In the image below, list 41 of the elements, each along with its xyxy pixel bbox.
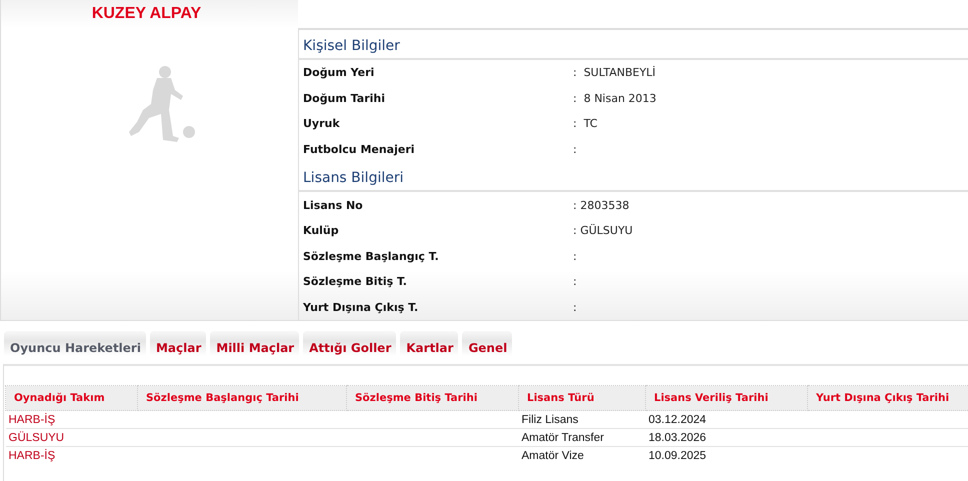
table-cell: 03.12.2024 bbox=[646, 410, 808, 428]
table-cell: 18.03.2026 bbox=[646, 428, 808, 446]
column-header: Lisans Türü bbox=[518, 386, 646, 410]
field-value: : bbox=[573, 301, 577, 314]
field-label: Uyruk bbox=[302, 117, 341, 130]
tab[interactable]: Kartlar bbox=[400, 331, 458, 356]
field-label: Yurt Dışına Çıkış T. bbox=[302, 301, 420, 314]
table-cell: HARB-İŞ bbox=[6, 410, 138, 428]
field-label: Doğum Yeri bbox=[302, 66, 376, 80]
field-label: Kulüp bbox=[302, 224, 340, 238]
tab[interactable]: Maçlar bbox=[150, 331, 206, 356]
field-value: : bbox=[573, 275, 577, 288]
field-label: Sözleşme Bitiş T. bbox=[302, 275, 408, 288]
column-header: Yurt Dışına Çıkış Tarihi bbox=[808, 386, 968, 410]
field-label: Futbolcu Menajeri bbox=[302, 143, 416, 156]
field-value: : 8 Nisan 2013 bbox=[573, 92, 656, 105]
field-value: : bbox=[573, 143, 577, 156]
field-label: Doğum Tarihi bbox=[302, 92, 386, 105]
column-header: Sözleşme Başlangıç Tarihi bbox=[138, 386, 346, 410]
column-header: Sözleşme Bitiş Tarihi bbox=[346, 386, 518, 410]
table-cell: GÜLSUYU bbox=[6, 428, 138, 446]
field-value: : bbox=[573, 250, 577, 263]
field-value: : SULTANBEYLİ bbox=[573, 66, 656, 80]
column-header: Lisans Veriliş Tarihi bbox=[646, 386, 808, 410]
table-cell: Filiz Lisans bbox=[518, 410, 646, 428]
table-cell: 10.09.2025 bbox=[646, 446, 808, 464]
field-label: Sözleşme Başlangıç T. bbox=[302, 250, 440, 263]
field-label: Lisans No bbox=[302, 198, 364, 212]
column-header: Oynadığı Takım bbox=[6, 386, 138, 410]
section-title: Kişisel Bilgiler bbox=[299, 30, 968, 60]
field-value: : GÜLSUYU bbox=[573, 224, 633, 238]
table-cell: Amatör Transfer bbox=[518, 428, 646, 446]
table-cell: HARB-İŞ bbox=[6, 446, 138, 464]
table-cell: Amatör Vize bbox=[518, 446, 646, 464]
field-value: : TC bbox=[573, 117, 598, 130]
section-title: Lisans Bilgileri bbox=[299, 162, 968, 192]
tab[interactable]: Oyuncu Hareketleri bbox=[4, 331, 146, 356]
tab[interactable]: Genel bbox=[462, 331, 512, 356]
tab[interactable]: Milli Maçlar bbox=[210, 331, 300, 356]
field-value: : 2803538 bbox=[573, 198, 630, 212]
tab[interactable]: Attığı Goller bbox=[303, 331, 396, 356]
